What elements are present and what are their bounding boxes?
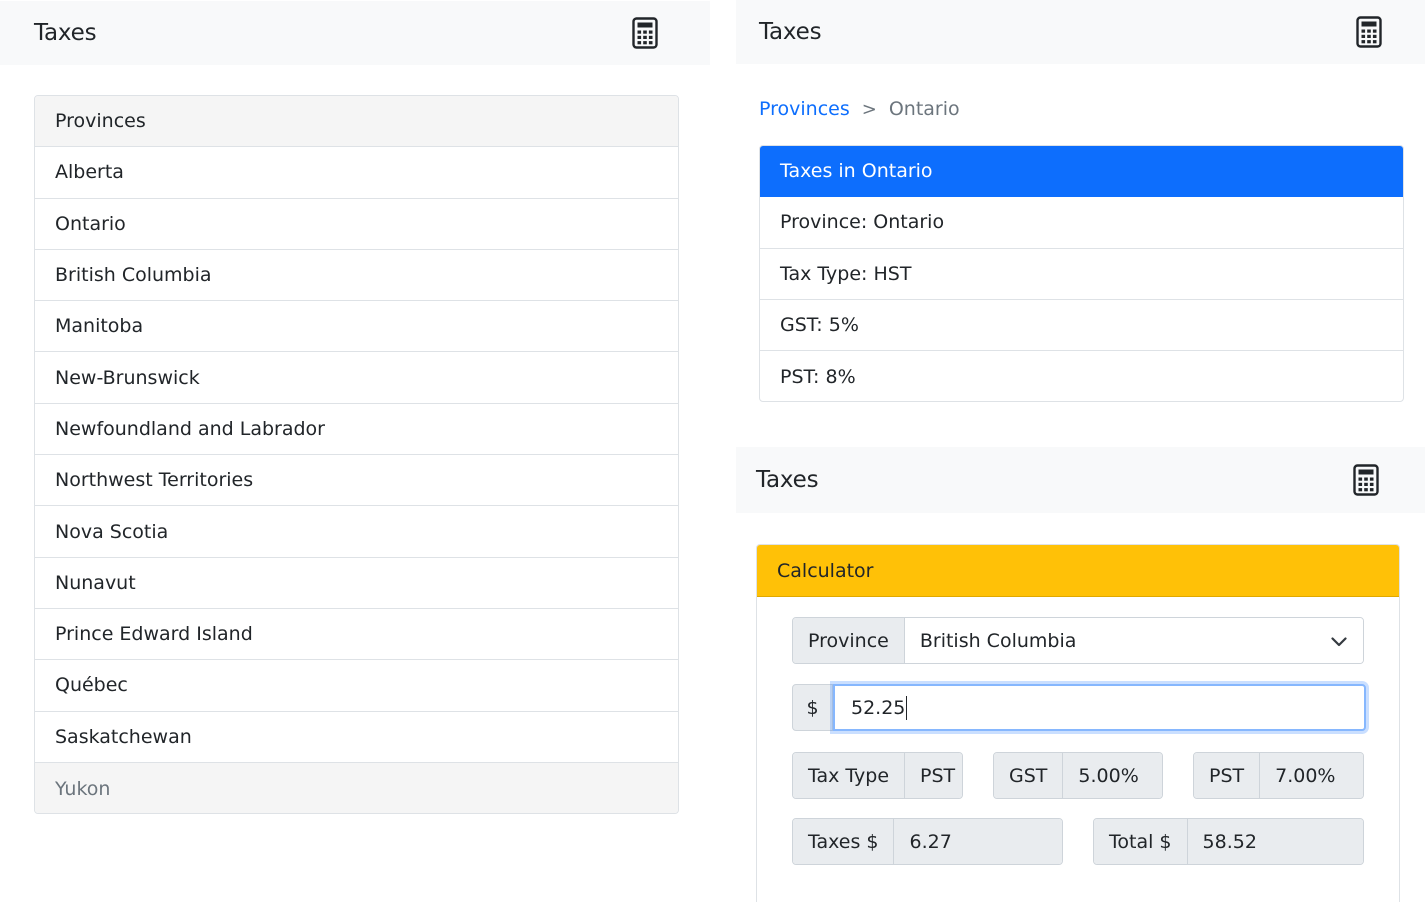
province-item-alberta[interactable]: Alberta — [35, 147, 678, 199]
amount-input-value: 52.25 — [851, 696, 906, 719]
breadcrumb: Provinces > Ontario — [759, 98, 960, 120]
province-item-british-columbia[interactable]: British Columbia — [35, 250, 678, 302]
navbar-brand[interactable]: Taxes — [756, 467, 819, 493]
details-gst: GST: 5% — [760, 300, 1403, 352]
breadcrumb-separator: > — [861, 98, 877, 120]
province-item-newfoundland-labrador[interactable]: Newfoundland and Labrador — [35, 404, 678, 456]
pst-field: 7.00% — [1260, 753, 1363, 798]
navbar-list-page: Taxes — [0, 1, 710, 65]
tax-type-group: Tax Type PST — [792, 752, 963, 799]
taxes-amount-group: Taxes $ 6.27 — [792, 818, 1063, 865]
province-item-quebec[interactable]: Québec — [35, 660, 678, 712]
text-caret — [906, 695, 908, 720]
details-pst: PST: 8% — [780, 365, 856, 388]
details-title: Taxes in Ontario — [760, 146, 1403, 198]
province-select-label: Province — [793, 618, 905, 663]
calculator-icon[interactable] — [1356, 16, 1382, 48]
calculator-header: Calculator — [757, 545, 1399, 597]
province-select-group: Province British Columbia — [792, 617, 1364, 664]
breadcrumb-current: Ontario — [888, 98, 960, 120]
gst-group: GST 5.00% — [993, 752, 1163, 799]
navbar-brand[interactable]: Taxes — [34, 20, 97, 46]
amount-currency-label: $ — [792, 684, 833, 731]
gst-label: GST — [994, 753, 1064, 798]
gst-field: 5.00% — [1063, 753, 1162, 798]
province-item-northwest-territories[interactable]: Northwest Territories — [35, 455, 678, 507]
province-item-yukon[interactable]: Yukon — [35, 762, 678, 813]
province-item-prince-edward-island[interactable]: Prince Edward Island — [35, 609, 678, 661]
breadcrumb-link-provinces[interactable]: Provinces — [759, 98, 850, 120]
tax-type-label: Tax Type — [793, 753, 906, 798]
tax-type-field: PST — [905, 753, 962, 798]
details-tax-type: Tax Type: HST — [760, 249, 1403, 300]
total-amount-group: Total $ 58.52 — [1093, 818, 1364, 865]
navbar-brand[interactable]: Taxes — [759, 19, 822, 45]
amount-input[interactable]: 52.25 — [833, 684, 1366, 731]
province-item-ontario[interactable]: Ontario — [35, 199, 678, 250]
province-item-new-brunswick[interactable]: New-Brunswick — [35, 352, 678, 404]
province-details-list: Taxes in Ontario Province: Ontario Tax T… — [759, 145, 1404, 402]
province-item-manitoba[interactable]: Manitoba — [35, 301, 678, 353]
province-select[interactable]: British Columbia — [904, 618, 1363, 663]
province-item-nunavut[interactable]: Nunavut — [35, 558, 678, 609]
calculator-icon[interactable] — [632, 17, 658, 49]
taxes-amount-field: 6.27 — [894, 819, 1062, 864]
provinces-list: Provinces Alberta Ontario British Columb… — [34, 95, 679, 814]
pst-label: PST — [1194, 753, 1261, 798]
details-province: Province: Ontario — [760, 197, 1403, 249]
provinces-list-header: Provinces — [35, 96, 678, 148]
navbar-calculator-page: Taxes — [736, 447, 1425, 513]
pst-group: PST 7.00% — [1193, 752, 1364, 799]
calculator-icon[interactable] — [1353, 464, 1379, 496]
province-select-value: British Columbia — [919, 629, 1077, 652]
navbar-detail-page: Taxes — [736, 0, 1425, 64]
total-amount-label: Total $ — [1094, 819, 1188, 864]
province-item-saskatchewan[interactable]: Saskatchewan — [35, 712, 678, 763]
amount-input-group: $ 52.25 — [792, 684, 1366, 731]
taxes-amount-label: Taxes $ — [793, 819, 895, 864]
province-item-nova-scotia[interactable]: Nova Scotia — [35, 506, 678, 558]
chevron-down-icon — [1331, 630, 1347, 652]
total-amount-field: 58.52 — [1187, 819, 1363, 864]
